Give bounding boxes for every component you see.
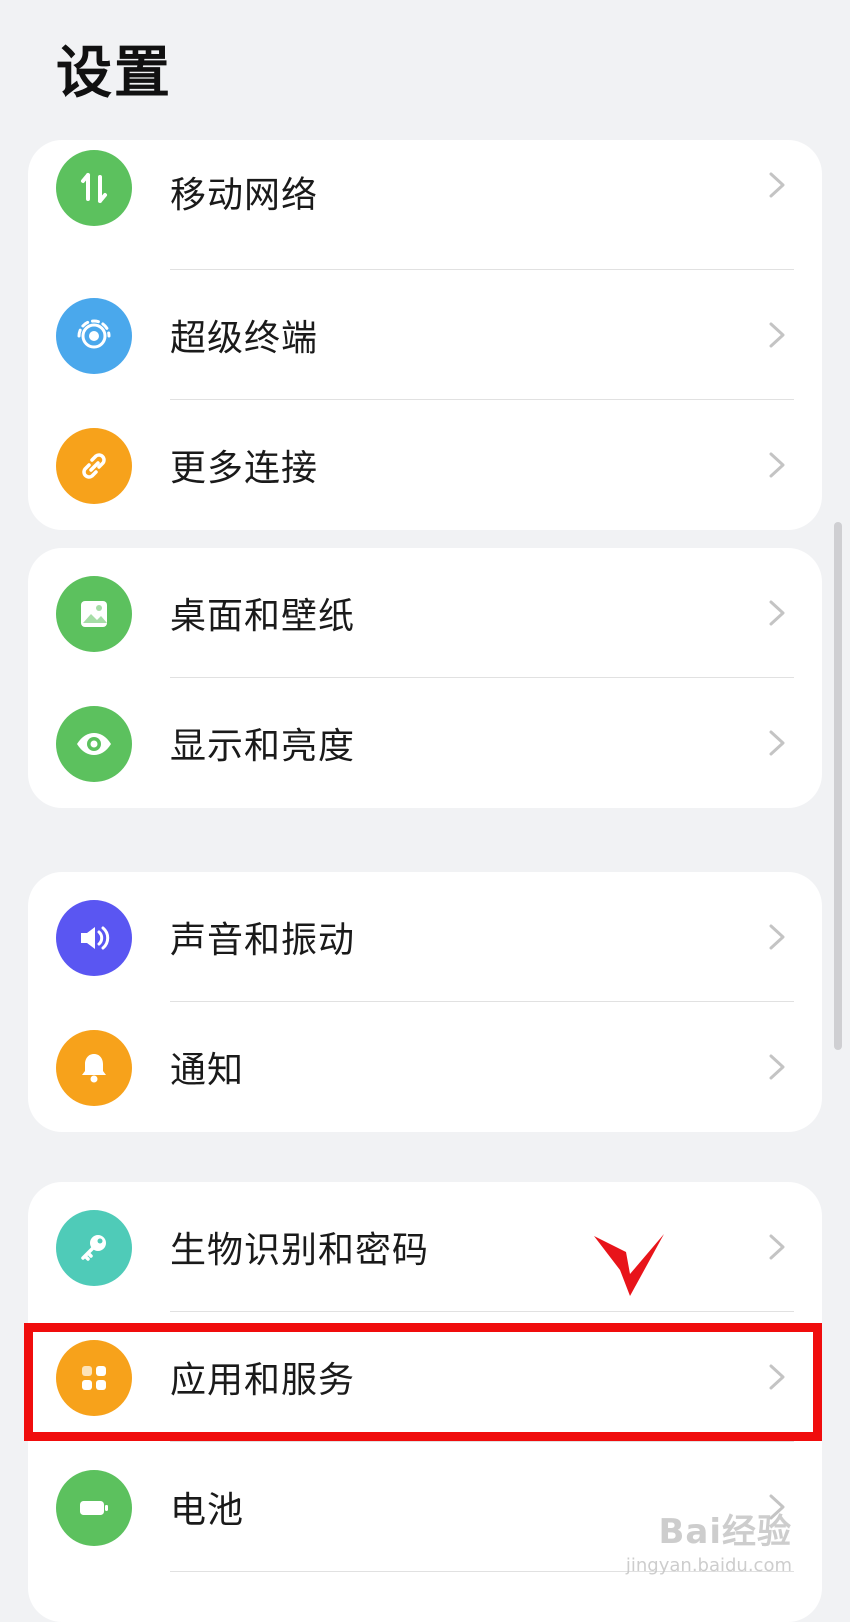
mobile-data-icon — [56, 150, 132, 226]
settings-group-display: 桌面和壁纸 显示和亮度 — [28, 548, 822, 808]
chevron-right-icon — [769, 600, 785, 626]
settings-item-display-brightness[interactable]: 显示和亮度 — [28, 678, 822, 808]
speaker-icon — [56, 900, 132, 976]
chevron-right-icon — [769, 1234, 785, 1260]
watermark: Bai经验 jingyan.baidu.com — [626, 1504, 792, 1576]
settings-item-label: 通知 — [170, 1050, 245, 1091]
battery-icon — [56, 1470, 132, 1546]
settings-item-biometrics-password[interactable]: 生物识别和密码 — [28, 1182, 822, 1312]
settings-item-mobile-network[interactable]: 移动网络 — [28, 140, 822, 270]
chevron-right-icon — [769, 452, 785, 478]
eye-icon — [56, 706, 132, 782]
chevron-right-icon — [769, 172, 785, 198]
settings-item-more-connections[interactable]: 更多连接 — [28, 400, 822, 530]
chevron-right-icon — [769, 924, 785, 950]
settings-group-connectivity: 移动网络 超级终端 更多连接 — [28, 140, 822, 530]
bell-icon — [56, 1030, 132, 1106]
settings-group-sound-notification: 声音和振动 通知 — [28, 872, 822, 1132]
settings-item-label: 电池 — [170, 1490, 245, 1531]
highlight-box — [24, 1323, 822, 1441]
scrollbar[interactable] — [834, 522, 842, 1050]
settings-item-label: 超级终端 — [170, 318, 319, 359]
settings-item-super-device[interactable]: 超级终端 — [28, 270, 822, 400]
settings-item-label: 显示和亮度 — [170, 726, 356, 767]
chevron-right-icon — [769, 322, 785, 348]
key-icon — [56, 1210, 132, 1286]
page-title: 设置 — [56, 41, 172, 106]
chevron-right-icon — [769, 1054, 785, 1080]
link-icon — [56, 428, 132, 504]
settings-item-label: 移动网络 — [170, 175, 319, 216]
settings-item-notifications[interactable]: 通知 — [28, 1002, 822, 1132]
wallpaper-icon — [56, 576, 132, 652]
settings-item-label: 桌面和壁纸 — [170, 596, 356, 637]
settings-item-sound-vibration[interactable]: 声音和振动 — [28, 872, 822, 1002]
check-mark-arrow-icon — [594, 1234, 664, 1296]
settings-item-wallpaper[interactable]: 桌面和壁纸 — [28, 548, 822, 678]
settings-item-label: 更多连接 — [170, 448, 319, 489]
settings-item-label: 生物识别和密码 — [170, 1230, 430, 1271]
settings-item-label: 声音和振动 — [170, 920, 356, 961]
super-device-icon — [56, 298, 132, 374]
chevron-right-icon — [769, 730, 785, 756]
watermark-url: jingyan.baidu.com — [625, 1555, 792, 1576]
watermark-logo: Bai经验 — [658, 1512, 792, 1552]
